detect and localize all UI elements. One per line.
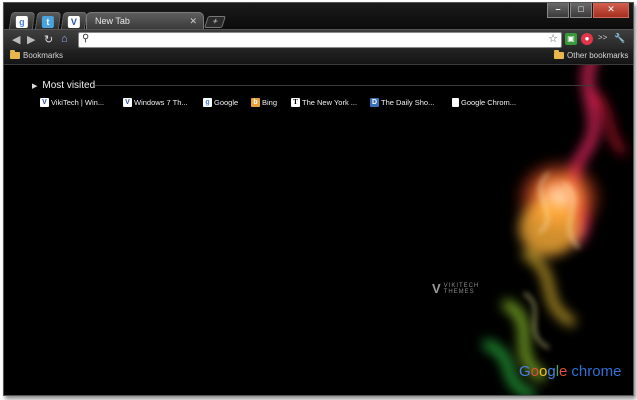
most-visited-item-label: Bing — [262, 98, 278, 107]
chrome-wordmark: chrome — [571, 363, 622, 380]
most-visited-item[interactable]: g Google — [203, 98, 238, 107]
close-window-button[interactable]: ✕ — [593, 3, 629, 18]
bookmarks-bar: Bookmarks Other bookmarks — [4, 49, 633, 65]
most-visited-item-label: The New York ... — [302, 98, 358, 107]
folder-icon — [554, 50, 564, 59]
bookmarks-folder[interactable]: Bookmarks — [10, 50, 64, 60]
vikitech-themes-watermark: V VIKITECH THEMES — [432, 281, 479, 296]
folder-icon — [10, 50, 20, 59]
extension-icon[interactable]: ▣ — [565, 33, 577, 45]
watermark-line2: THEMES — [443, 288, 475, 295]
vikitech-icon: V — [67, 15, 80, 28]
tab-strip: g t V New Tab ✕ + – □ ✕ — [4, 3, 633, 30]
close-tab-icon[interactable]: ✕ — [189, 16, 197, 27]
vikitech-icon: V — [40, 98, 49, 107]
most-visited-item[interactable]: Google Chrom... — [452, 98, 516, 107]
maximize-button[interactable]: □ — [570, 3, 592, 18]
home-button[interactable]: ⌂ — [61, 33, 68, 45]
back-button[interactable]: ◀ — [12, 33, 20, 46]
address-input[interactable] — [95, 33, 535, 47]
toolbar: ◀ ▶ ↻ ⌂ ⚲ ☆ ▣ ● >> 🔧 — [4, 29, 633, 50]
most-visited-item-label: VikiTech | Win... — [51, 98, 105, 107]
new-tab-button[interactable]: + — [204, 16, 226, 28]
tab-title: New Tab — [95, 16, 130, 26]
most-visited-item-label: Google — [214, 98, 239, 107]
bookmarks-label: Bookmarks — [23, 51, 64, 60]
most-visited-toggle[interactable]: ▶ Most visited — [32, 80, 95, 91]
twitter-icon: t — [41, 15, 54, 28]
tab-twitter[interactable]: t — [34, 12, 62, 30]
tab-google[interactable]: g — [8, 12, 36, 30]
other-bookmarks-folder[interactable]: Other bookmarks — [554, 50, 629, 60]
vikitech-logo-icon: V — [432, 281, 441, 296]
most-visited-item[interactable]: V Windows 7 Th... — [123, 98, 188, 107]
wrench-menu-icon[interactable]: 🔧 — [614, 33, 625, 44]
google-icon: g — [203, 98, 212, 107]
omnibox[interactable]: ⚲ ☆ — [78, 32, 562, 48]
minimize-button[interactable]: – — [547, 3, 569, 18]
most-visited-item[interactable]: V VikiTech | Win... — [40, 98, 104, 107]
browser-window: g t V New Tab ✕ + – □ ✕ ◀ ▶ ↻ ⌂ ⚲ ☆ ▣ ● … — [3, 2, 634, 396]
nyt-icon: T — [291, 98, 300, 107]
reload-button[interactable]: ↻ — [44, 33, 53, 46]
google-icon: g — [15, 15, 28, 28]
forward-button[interactable]: ▶ — [27, 33, 35, 46]
most-visited-item[interactable]: D The Daily Sho... — [370, 98, 434, 107]
page-icon — [452, 98, 459, 107]
google-wordmark: Google — [519, 363, 568, 380]
window-controls: – □ ✕ — [546, 3, 629, 18]
tab-vikitech[interactable]: V — [60, 12, 88, 30]
most-visited-title: Most visited — [42, 80, 96, 91]
google-chrome-logo: Google chrome — [519, 363, 621, 380]
expand-arrow-icon: ▶ — [32, 82, 38, 90]
search-icon: ⚲ — [82, 33, 90, 44]
other-bookmarks-label: Other bookmarks — [567, 51, 629, 60]
section-divider — [95, 85, 594, 86]
bing-icon: b — [251, 98, 260, 107]
most-visited-item[interactable]: b Bing — [251, 98, 277, 107]
watermark-line1: VIKITECH — [443, 282, 480, 289]
most-visited-item-label: The Daily Sho... — [381, 98, 435, 107]
extensions-overflow-button[interactable]: >> — [598, 33, 607, 42]
most-visited-item-label: Google Chrom... — [461, 98, 517, 107]
vikitech-icon: V — [123, 98, 132, 107]
tab-new-tab[interactable]: New Tab ✕ — [86, 12, 204, 29]
daily-show-icon: D — [370, 98, 379, 107]
most-visited-item[interactable]: T The New York ... — [291, 98, 357, 107]
bookmark-star-icon[interactable]: ☆ — [548, 32, 558, 45]
extension-2-icon[interactable]: ● — [581, 33, 593, 45]
most-visited-item-label: Windows 7 Th... — [134, 98, 188, 107]
